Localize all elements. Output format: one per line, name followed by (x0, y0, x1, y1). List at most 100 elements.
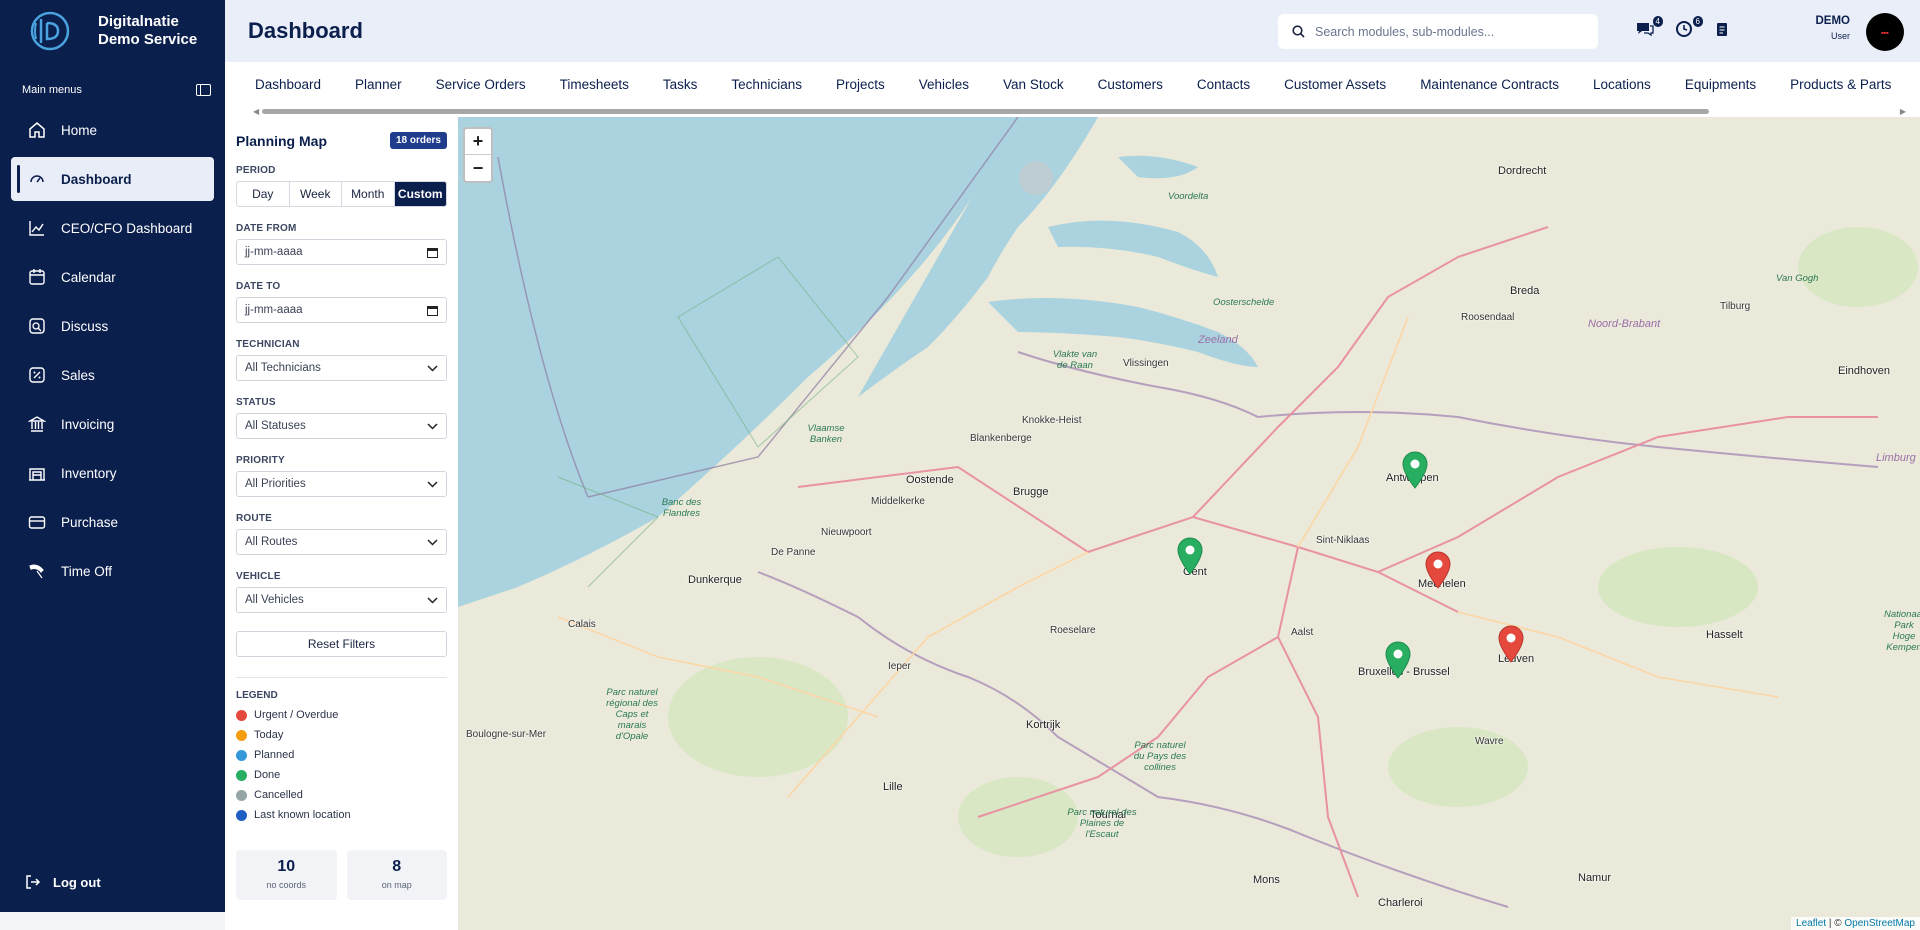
sidebar-item-label: Invoicing (61, 416, 115, 432)
legend-label: Cancelled (254, 789, 303, 801)
activity-button[interactable]: 6 (1675, 16, 1703, 40)
tab-technicians[interactable]: Technicians (731, 77, 802, 92)
map-label: Lille (883, 781, 903, 793)
stat-on-map: 8 on map (346, 850, 447, 900)
stats: 10 no coords 8 on map (236, 850, 447, 900)
legend: Urgent / Overdue Today Planned Done Cancelle… (236, 705, 447, 825)
chevron-down-icon (427, 480, 438, 488)
user-menu[interactable]: DEMO User (1816, 15, 1851, 41)
order-marker-urgent[interactable] (1424, 551, 1452, 589)
priority-value: All Priorities (245, 478, 306, 490)
vehicle-select[interactable]: All Vehicles (236, 587, 447, 613)
scroll-left-icon[interactable]: ◀ (253, 107, 259, 116)
tab-service-orders[interactable]: Service Orders (436, 77, 526, 92)
plane-icon (28, 562, 46, 580)
logout-button[interactable]: Log out (25, 874, 101, 890)
status-select[interactable]: All Statuses (236, 413, 447, 439)
scroll-thumb[interactable] (262, 109, 1709, 114)
map-region-label: Noord-Brabant (1588, 318, 1661, 330)
map-basemap[interactable] (458, 117, 1920, 930)
calendar-icon[interactable] (427, 247, 438, 258)
date-to-value: jj-mm-aaaa (245, 304, 303, 316)
date-to-field[interactable]: jj-mm-aaaa (236, 297, 447, 323)
map-label: Knokke-Heist (1022, 415, 1082, 426)
tab-van-stock[interactable]: Van Stock (1003, 77, 1064, 92)
date-from-field[interactable]: jj-mm-aaaa (236, 239, 447, 265)
notes-button[interactable] (1715, 20, 1737, 40)
tab-vehicles[interactable]: Vehicles (919, 77, 969, 92)
stat-number: 10 (277, 858, 296, 875)
date-to-label: DATE TO (236, 281, 281, 292)
sidebar-item-discuss[interactable]: Discuss (11, 304, 214, 348)
sidebar-item-dashboard[interactable]: Dashboard (11, 157, 214, 201)
reset-filters-button[interactable]: Reset Filters (236, 631, 447, 657)
orders-count-badge: 18 orders (389, 132, 447, 149)
chevron-down-icon (427, 596, 438, 604)
sidebar-item-inventory[interactable]: Inventory (11, 451, 214, 495)
order-marker-done[interactable] (1401, 451, 1429, 489)
map-label: Boulogne-sur-Mer (466, 729, 547, 740)
stat-caption: no coords (266, 880, 307, 890)
period-toggle: Day Week Month Custom (236, 181, 447, 207)
period-day-button[interactable]: Day (237, 182, 290, 206)
map-label: Tilburg (1720, 301, 1751, 312)
tab-equipments[interactable]: Equipments (1685, 77, 1756, 92)
chevron-down-icon (427, 422, 438, 430)
attribution-separator: | © (1826, 918, 1845, 929)
tab-locations[interactable]: Locations (1593, 77, 1651, 92)
priority-label: PRIORITY (236, 455, 285, 466)
planning-filter-panel: Planning Map 18 orders PERIOD Day Week Mon… (225, 117, 458, 930)
route-select[interactable]: All Routes (236, 529, 447, 555)
avatar[interactable]: ■■■ (1866, 13, 1904, 51)
priority-select[interactable]: All Priorities (236, 471, 447, 497)
search-input[interactable]: Search modules, sub-modules... (1278, 14, 1598, 49)
logout-icon (26, 875, 41, 889)
sidebar-item-purchase[interactable]: Purchase (11, 500, 214, 544)
panel-header: Planning Map 18 orders (236, 132, 447, 149)
sidebar-item-ceo-cfo-dashboard[interactable]: CEO/CFO Dashboard (11, 206, 214, 250)
calendar-icon[interactable] (427, 305, 438, 316)
scroll-right-icon[interactable]: ▶ (1900, 107, 1906, 116)
search-icon (1292, 25, 1305, 38)
order-marker-done[interactable] (1176, 537, 1204, 575)
tab-dashboard[interactable]: Dashboard (255, 77, 321, 92)
tab-contacts[interactable]: Contacts (1197, 77, 1250, 92)
order-marker-urgent[interactable] (1497, 625, 1525, 663)
activity-badge: 6 (1692, 16, 1703, 27)
period-week-button[interactable]: Week (290, 182, 342, 206)
planning-map[interactable]: Antwerpen Gent Mechelen Leuven Bruxelles… (458, 117, 1920, 930)
tab-customer-assets[interactable]: Customer Assets (1284, 77, 1386, 92)
order-marker-done[interactable] (1384, 641, 1412, 679)
tab-maintenance-contracts[interactable]: Maintenance Contracts (1420, 77, 1559, 92)
chat-button[interactable]: 4 (1635, 16, 1663, 40)
tab-projects[interactable]: Projects (836, 77, 885, 92)
technician-select[interactable]: All Technicians (236, 355, 447, 381)
osm-link[interactable]: OpenStreetMap (1844, 918, 1915, 929)
divider (236, 677, 447, 678)
period-custom-button[interactable]: Custom (394, 182, 446, 206)
brand[interactable]: Digitalnatie Demo Service (0, 0, 225, 62)
tab-products-parts[interactable]: Products & Parts (1790, 77, 1891, 92)
sidebar-item-invoicing[interactable]: Invoicing (11, 402, 214, 446)
sidebar-item-home[interactable]: Home (11, 108, 214, 152)
sidebar-item-sales[interactable]: Sales (11, 353, 214, 397)
map-label: Blankenberge (970, 433, 1032, 444)
map-region-label: Parc naturel des Plaines de l'Escaut (1067, 807, 1137, 840)
top-bar: Dashboard Search modules, sub-modules...… (225, 0, 1920, 62)
tab-customers[interactable]: Customers (1098, 77, 1163, 92)
tab-planner[interactable]: Planner (355, 77, 402, 92)
tabs-scrollbar[interactable]: ◀ ▶ (253, 107, 1906, 116)
map-label: Wavre (1475, 736, 1504, 747)
tab-tasks[interactable]: Tasks (663, 77, 698, 92)
sidebar-item-calendar[interactable]: Calendar (11, 255, 214, 299)
zoom-out-button[interactable]: − (465, 155, 491, 181)
legend-item: Today (236, 725, 447, 745)
zoom-in-button[interactable]: + (465, 129, 491, 155)
map-label: Nieuwpoort (821, 527, 872, 538)
period-month-button[interactable]: Month (342, 182, 395, 206)
tab-timesheets[interactable]: Timesheets (560, 77, 629, 92)
sidebar-toggle-icon[interactable] (196, 84, 211, 96)
sidebar-item-time-off[interactable]: Time Off (11, 549, 214, 593)
leaflet-link[interactable]: Leaflet (1796, 918, 1826, 929)
chat-icon (1637, 23, 1654, 37)
